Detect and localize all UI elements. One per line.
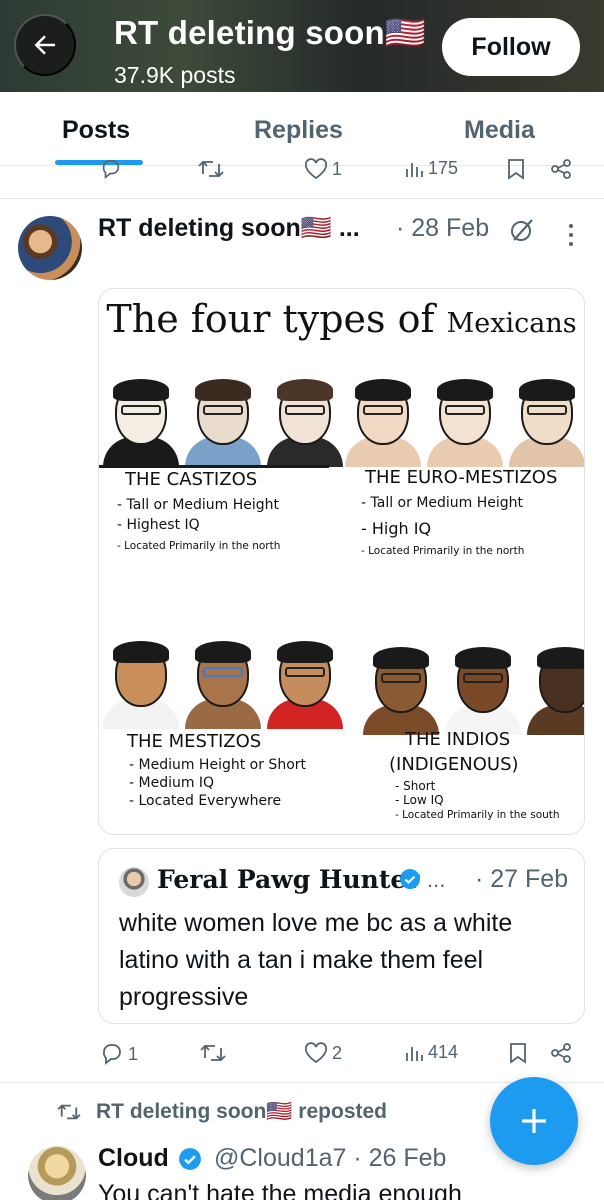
arrow-left-icon: [34, 35, 55, 55]
follow-button[interactable]: Follow: [442, 18, 580, 76]
post-actions: 1 2 414: [0, 1042, 604, 1082]
reply-icon: [102, 159, 120, 179]
mestizos-faces: [101, 633, 347, 729]
repost-notice-text: RT deleting soon🇺🇸 reposted: [96, 1100, 387, 1123]
repost-icon: [198, 160, 224, 178]
panel-line: - Tall or Medium Height: [361, 495, 524, 511]
heart-icon: [304, 158, 328, 180]
post-divider: [0, 198, 604, 199]
panel-heading: THE MESTIZOS: [127, 731, 262, 752]
panel-heading: THE INDIOS: [405, 729, 511, 750]
views-button[interactable]: 175: [404, 158, 458, 179]
tab-posts[interactable]: Posts: [62, 116, 130, 145]
views-count: 175: [428, 158, 459, 178]
panel-line: - Tall or Medium Height: [117, 497, 280, 513]
like-button[interactable]: 1: [304, 158, 342, 180]
quoted-author-avatar: [119, 867, 149, 897]
panel-line: - Located Primarily in the north: [361, 545, 525, 557]
reply-button[interactable]: [100, 158, 122, 180]
post-image[interactable]: The four types of Mexicans THE CASTIZOS …: [98, 288, 585, 835]
bookmark-icon: [508, 159, 524, 180]
post-author-name[interactable]: Cloud: [98, 1144, 169, 1173]
tab-media[interactable]: Media: [464, 116, 535, 145]
panel-line: - Located Primarily in the north: [117, 540, 281, 552]
reply-count: 1: [128, 1043, 139, 1064]
author-avatar[interactable]: [28, 1146, 86, 1200]
author-avatar[interactable]: [18, 216, 82, 280]
post-handle-date[interactable]: @Cloud1a7 · 26 Feb: [214, 1144, 446, 1173]
plus-icon: [522, 1109, 546, 1133]
views-icon: [406, 162, 423, 177]
share-button[interactable]: [550, 158, 572, 180]
prev-post-actions: 1 175: [0, 158, 604, 198]
image-title: The four types of Mexicans: [99, 297, 584, 341]
grok-icon[interactable]: [508, 216, 536, 244]
more-options-icon[interactable]: [566, 222, 576, 248]
image-title-small: Mexicans: [446, 308, 577, 339]
reply-icon: [103, 1044, 121, 1065]
panel-heading: (INDIGENOUS): [389, 754, 519, 775]
like-button[interactable]: 2: [304, 1042, 342, 1064]
repost-icon: [200, 1044, 226, 1062]
share-icon: [551, 159, 571, 179]
bookmark-button[interactable]: [506, 158, 526, 180]
profile-tabs: Posts Replies Media: [0, 92, 604, 166]
verified-badge-icon: [179, 1148, 201, 1170]
panel-line: - Medium IQ: [129, 775, 215, 791]
profile-header: RT deleting soon🇺🇸 37.9K posts Follow: [0, 0, 604, 92]
panel-heading: THE EURO-MESTIZOS: [365, 467, 558, 488]
tab-replies[interactable]: Replies: [254, 116, 343, 145]
quoted-author-name: Feral Pawg Hunter: [157, 865, 420, 894]
views-button[interactable]: 414: [404, 1042, 458, 1063]
panel-heading: THE CASTIZOS: [125, 469, 258, 490]
quoted-text: white women love me bc as a white latino…: [119, 909, 513, 1011]
panel-line: - Short: [395, 779, 436, 793]
views-count: 414: [428, 1042, 459, 1062]
panel-underline: [99, 465, 329, 468]
repost-icon: [57, 1104, 81, 1120]
image-title-main: The four types of: [106, 297, 447, 341]
quoted-date: · 27 Feb: [475, 865, 569, 893]
bookmark-icon: [510, 1043, 526, 1064]
quoted-more-dots: ...: [427, 867, 446, 892]
repost-notice[interactable]: RT deleting soon🇺🇸 reposted: [56, 1100, 387, 1124]
post-date[interactable]: · 28 Feb: [396, 214, 489, 243]
posts-count: 37.9K posts: [114, 62, 236, 88]
compose-button[interactable]: [490, 1077, 578, 1165]
verified-badge-icon: [400, 869, 420, 889]
heart-icon: [304, 1042, 328, 1064]
share-icon: [551, 1043, 571, 1063]
indios-faces: [361, 639, 584, 735]
like-count: 2: [332, 1042, 343, 1063]
repost-button[interactable]: [200, 1042, 226, 1064]
back-button[interactable]: [14, 14, 76, 76]
post-author-name[interactable]: RT deleting soon🇺🇸 ...: [98, 214, 360, 243]
panel-line: - Located Primarily in the south: [395, 809, 560, 821]
like-count: 1: [332, 158, 343, 179]
panel-line: - Low IQ: [395, 793, 444, 807]
reply-button[interactable]: 1: [100, 1042, 138, 1066]
panel-line: - High IQ: [361, 519, 432, 538]
bookmark-button[interactable]: [508, 1042, 528, 1064]
share-button[interactable]: [550, 1042, 572, 1064]
repost-button[interactable]: [198, 158, 224, 180]
castizos-faces: [101, 371, 347, 467]
panel-line: - Highest IQ: [117, 517, 200, 533]
quoted-post[interactable]: Feral Pawg Hunter ... · 27 Feb white wom…: [98, 848, 585, 1024]
profile-title: RT deleting soon🇺🇸: [114, 14, 427, 51]
views-icon: [406, 1046, 423, 1061]
post-text: You can't hate the media enough: [98, 1180, 462, 1200]
panel-line: - Medium Height or Short: [129, 757, 307, 773]
euro-mestizos-faces: [343, 371, 584, 467]
panel-line: - Located Everywhere: [129, 793, 282, 809]
